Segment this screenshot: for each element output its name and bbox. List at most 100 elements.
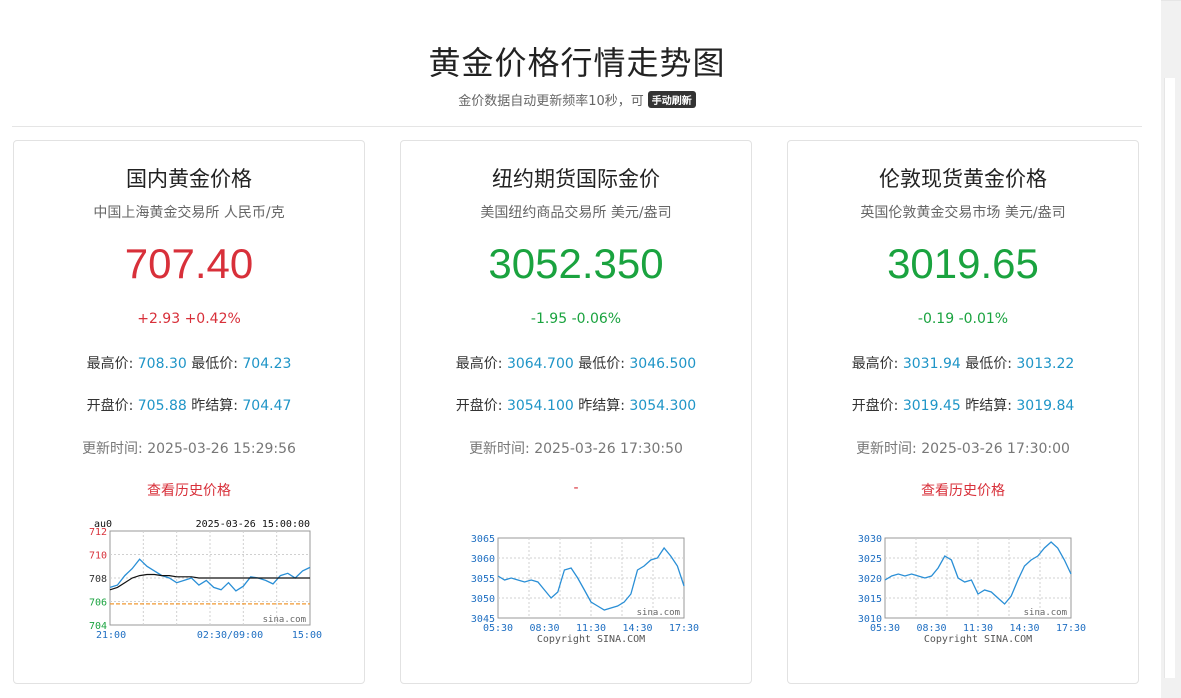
y-tick-label: 3015	[858, 594, 882, 605]
intraday-price-chart: 3065306030553050304505:30 08:30 11:30 14:30…	[471, 534, 699, 645]
high-label: 最高价:	[851, 356, 899, 372]
prev-settle-value: 704.47	[242, 398, 292, 414]
chart-timestamp-label: 2025-03-26 15:00:00	[196, 519, 310, 530]
open-label: 开盘价:	[851, 398, 899, 414]
prev-settle-value: 3054.300	[629, 398, 697, 414]
ny-futures-gold-card: 纽约期货国际金价 美国纽约商品交易所 美元/盎司 3052.350 -1.95 …	[400, 140, 752, 684]
x-tick-label: 15:00	[292, 630, 322, 641]
chart-symbol-label: au0	[94, 519, 112, 530]
y-tick-label: 3030	[858, 534, 882, 545]
page-scrollbar[interactable]	[1161, 0, 1181, 698]
open-label: 开盘价:	[455, 398, 503, 414]
card-subtitle: 中国上海黄金交易所 人民币/克	[93, 205, 285, 221]
high-low-row: 最高价: 3031.94 最低价: 3013.22	[788, 353, 1138, 373]
high-low-row: 最高价: 708.30 最低价: 704.23	[14, 353, 364, 373]
open-value: 705.88	[137, 398, 187, 414]
open-settle-row: 开盘价: 705.88 昨结算: 704.47	[14, 395, 364, 415]
view-history-link[interactable]: 查看历史价格	[788, 480, 1138, 500]
open-settle-row: 开盘价: 3019.45 昨结算: 3019.84	[788, 395, 1138, 415]
prev-settle-label: 昨结算:	[191, 398, 238, 414]
card-subtitle: 美国纽约商品交易所 美元/盎司	[480, 205, 672, 221]
open-label: 开盘价:	[86, 398, 134, 414]
y-tick-label: 706	[89, 598, 107, 609]
prev-settle-label: 昨结算:	[965, 398, 1012, 414]
low-label: 最低价:	[965, 356, 1012, 372]
chart-watermark: sina.com	[637, 608, 680, 618]
card-title: 纽约期货国际金价	[492, 167, 660, 191]
update-label: 更新时间:	[469, 441, 530, 457]
london-spot-gold-card: 伦敦现货黄金价格 英国伦敦黄金交易市场 美元/盎司 3019.65 -0.19 …	[787, 140, 1139, 684]
x-tick-label: 08:30	[916, 623, 946, 634]
y-tick-label: 3050	[471, 594, 495, 605]
chart-watermark: sina.com	[263, 615, 306, 625]
low-value: 3013.22	[1016, 356, 1075, 372]
update-value: 2025-03-26 17:30:00	[921, 441, 1070, 457]
chart-watermark: sina.com	[1024, 608, 1067, 618]
card-subtitle: 英国伦敦黄金交易市场 美元/盎司	[860, 205, 1066, 221]
scrollbar-thumb[interactable]	[1164, 78, 1175, 678]
low-label: 最低价:	[578, 356, 625, 372]
y-tick-label: 3025	[858, 554, 882, 565]
x-tick-label: 14:30	[1009, 623, 1039, 634]
open-value: 3019.45	[902, 398, 961, 414]
price-change: -1.95 -0.06%	[530, 311, 622, 327]
intraday-price-chart: 71271070870670421:00 02:30/09:00 15:00au0 2…	[89, 519, 322, 641]
page-header: 黄金价格行情走势图 金价数据自动更新频率10秒，可 手动刷新	[0, 0, 1154, 126]
view-history-link[interactable]: -	[401, 480, 751, 496]
x-tick-label: 17:30	[1056, 623, 1086, 634]
card-title: 伦敦现货黄金价格	[879, 167, 1047, 191]
update-label: 更新时间:	[856, 441, 917, 457]
high-value: 708.30	[137, 356, 187, 372]
high-value: 3064.700	[506, 356, 574, 372]
refresh-info: 金价数据自动更新频率10秒，可 手动刷新	[0, 90, 1154, 109]
high-low-row: 最高价: 3064.700 最低价: 3046.500	[401, 353, 751, 373]
high-value: 3031.94	[902, 356, 961, 372]
update-value: 2025-03-26 17:30:50	[534, 441, 683, 457]
x-tick-label: 05:30	[870, 623, 900, 634]
current-price: 3052.350	[488, 240, 664, 287]
manual-refresh-button[interactable]: 手动刷新	[647, 91, 696, 108]
current-price: 707.40	[124, 240, 254, 287]
open-settle-row: 开盘价: 3054.100 昨结算: 3054.300	[401, 395, 751, 415]
high-label: 最高价:	[86, 356, 134, 372]
card-title: 国内黄金价格	[126, 167, 252, 191]
x-tick-label: 21:00	[96, 630, 126, 641]
y-tick-label: 3055	[471, 574, 495, 585]
view-history-link[interactable]: 查看历史价格	[14, 480, 364, 500]
chart-copyright: Copyright SINA.COM	[924, 634, 1032, 645]
price-change: +2.93 +0.42%	[137, 311, 241, 327]
update-time: 更新时间: 2025-03-26 17:30:50	[401, 438, 751, 458]
x-tick-label: 05:30	[483, 623, 513, 634]
x-tick-label: 08:30	[529, 623, 559, 634]
update-value: 2025-03-26 15:29:56	[147, 441, 296, 457]
update-label: 更新时间:	[82, 441, 143, 457]
high-label: 最高价:	[455, 356, 503, 372]
y-tick-label: 3020	[858, 574, 882, 585]
prev-settle-value: 3019.84	[1016, 398, 1075, 414]
current-price: 3019.65	[887, 240, 1039, 287]
domestic-gold-card: 国内黄金价格 中国上海黄金交易所 人民币/克 707.40 +2.93 +0.4…	[13, 140, 365, 684]
open-value: 3054.100	[506, 398, 574, 414]
y-tick-label: 3065	[471, 534, 495, 545]
x-tick-label: 17:30	[669, 623, 699, 634]
low-value: 704.23	[242, 356, 292, 372]
scrollbar-track-edge	[1161, 0, 1181, 1]
intraday-price-chart: 3030302530203015301005:30 08:30 11:30 14:30…	[858, 534, 1086, 645]
x-tick-label: 14:30	[622, 623, 652, 634]
update-time: 更新时间: 2025-03-26 17:30:00	[788, 438, 1138, 458]
update-time: 更新时间: 2025-03-26 15:29:56	[14, 438, 364, 458]
x-tick-label: 11:30	[963, 623, 993, 634]
x-tick-label: 11:30	[576, 623, 606, 634]
y-tick-label: 710	[89, 551, 107, 562]
x-tick-label: 02:30/09:00	[197, 630, 263, 641]
price-change: -0.19 -0.01%	[917, 311, 1009, 327]
low-label: 最低价:	[191, 356, 238, 372]
prev-settle-label: 昨结算:	[578, 398, 625, 414]
header-divider	[12, 126, 1142, 127]
page-title: 黄金价格行情走势图	[428, 44, 726, 82]
low-value: 3046.500	[629, 356, 697, 372]
refresh-info-text: 金价数据自动更新频率10秒，可	[458, 94, 644, 109]
y-tick-label: 708	[89, 574, 107, 585]
y-tick-label: 3060	[471, 554, 495, 565]
chart-copyright: Copyright SINA.COM	[537, 634, 645, 645]
